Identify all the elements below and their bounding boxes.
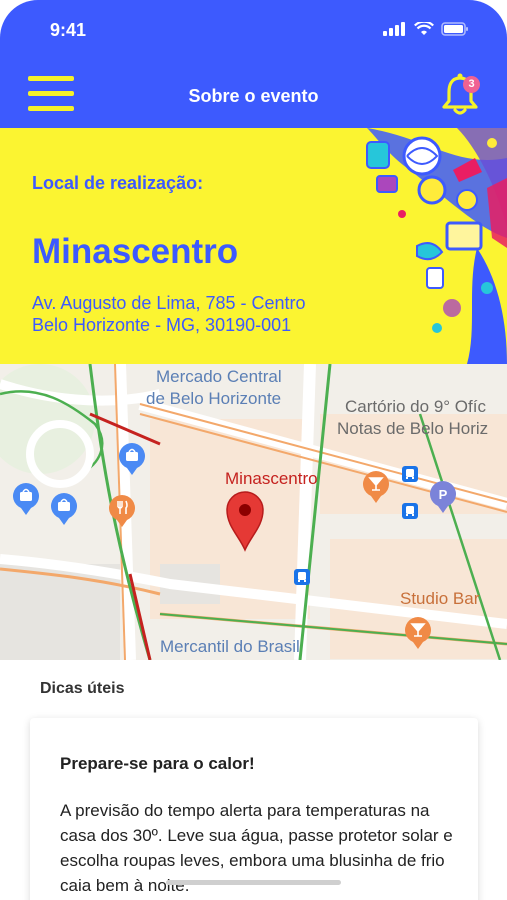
map-label-cartorio-line2: Notas de Belo Horiz	[337, 419, 489, 438]
venue-map[interactable]: Mercado Central de Belo Horizonte Cartór…	[0, 364, 507, 660]
restaurant-marker-icon[interactable]	[108, 494, 136, 528]
tip-card[interactable]: Prepare-se para o calor! A previsão do t…	[30, 718, 478, 900]
top-app-bar: 9:41 Sobre o evento 3	[0, 0, 507, 128]
bar-marker-icon[interactable]	[404, 616, 432, 650]
event-illustration	[366, 128, 507, 364]
bar-marker-icon[interactable]	[362, 470, 390, 504]
venue-address: Av. Augusto de Lima, 785 - Centro Belo H…	[32, 292, 306, 336]
menu-line-icon	[28, 76, 74, 81]
bus-stop-icon[interactable]	[402, 503, 418, 519]
app-screen: 9:41 Sobre o evento 3 Local de realizaçã…	[0, 0, 507, 900]
venue-panel: Local de realização: Minascentro Av. Aug…	[0, 128, 507, 364]
map-label-mercantil: Mercantil do Brasil	[160, 637, 300, 656]
tip-card-title: Prepare-se para o calor!	[60, 754, 255, 773]
shopping-bag-marker-icon[interactable]	[12, 482, 40, 516]
parking-marker-icon[interactable]: P	[429, 480, 457, 514]
home-indicator[interactable]	[166, 880, 341, 885]
notification-count-badge: 3	[463, 76, 480, 93]
venue-name: Minascentro	[32, 232, 239, 271]
map-label-mercado-line2: de Belo Horizonte	[146, 389, 282, 408]
bus-stop-icon[interactable]	[402, 466, 418, 482]
venue-address-line1: Av. Augusto de Lima, 785 - Centro	[32, 293, 306, 313]
wifi-icon	[414, 22, 434, 35]
venue-label: Local de realização:	[32, 173, 204, 193]
map-label-venue: Minascentro	[225, 469, 318, 488]
map-label-studio-bar: Studio Bar	[400, 589, 480, 608]
map-label-mercado: Mercado Central	[156, 366, 282, 388]
status-icons	[383, 22, 469, 36]
venue-address-line2: Belo Horizonte - MG, 30190-001	[32, 315, 292, 335]
battery-icon	[441, 22, 468, 36]
map-label-line: Mercado Central	[156, 367, 282, 386]
svg-text:P: P	[439, 487, 448, 502]
venue-location-pin-icon[interactable]	[225, 490, 265, 552]
tips-section-title: Dicas úteis	[40, 680, 125, 697]
shopping-bag-marker-icon[interactable]	[50, 492, 78, 526]
cellular-signal-icon	[383, 22, 405, 36]
map-label-cartorio: Cartório do 9° Ofíc	[345, 397, 486, 416]
shopping-bag-marker-icon[interactable]	[118, 442, 146, 476]
status-time: 9:41	[50, 20, 87, 40]
bus-stop-icon[interactable]	[294, 569, 310, 585]
page-title: Sobre o evento	[188, 86, 319, 106]
